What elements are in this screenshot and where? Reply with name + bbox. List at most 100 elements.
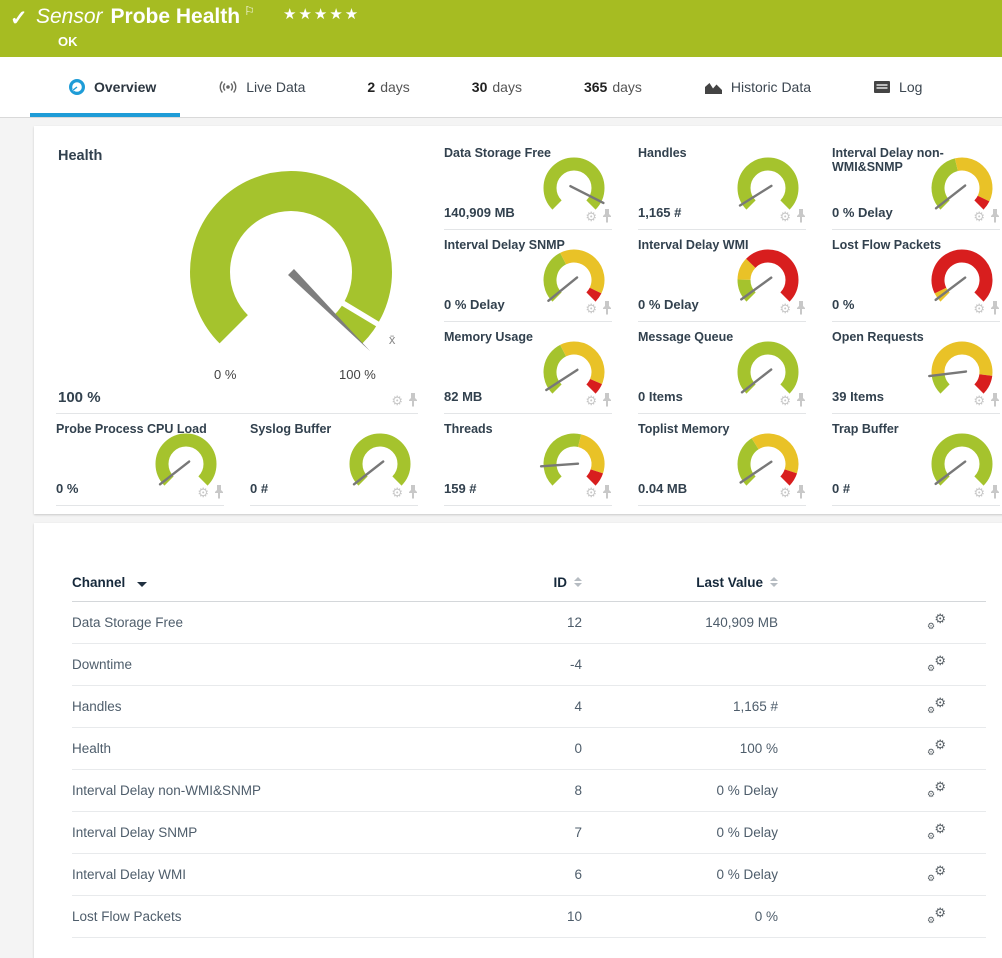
column-header-last-value[interactable]: Last Value — [696, 575, 778, 590]
channel-settings-icon[interactable]: ⚙⚙ — [928, 823, 946, 839]
gauge-value: 100 % — [58, 389, 101, 406]
table-row[interactable]: Downtime -4 ⚙⚙ — [72, 644, 986, 686]
gauge-pin-icon[interactable] — [990, 209, 1000, 223]
gauge-pin-icon[interactable] — [602, 485, 612, 499]
channel-settings-icon[interactable]: ⚙⚙ — [928, 655, 946, 671]
column-header-id[interactable]: ID — [554, 575, 583, 590]
divider — [638, 505, 806, 506]
tab-label: days — [612, 79, 642, 95]
gauge-pin-icon[interactable] — [602, 393, 612, 407]
table-row[interactable]: Interval Delay WMI 6 0 % Delay ⚙⚙ — [72, 854, 986, 896]
channel-settings-icon[interactable]: ⚙⚙ — [928, 613, 946, 629]
gauge-settings-icon[interactable]: ⚙ — [197, 486, 209, 499]
channel-name[interactable]: Interval Delay WMI — [72, 867, 492, 882]
priority-stars[interactable]: ★★★★★ — [283, 5, 360, 23]
tab-label: Overview — [94, 79, 156, 95]
gauge-title: Trap Buffer — [832, 422, 1002, 436]
channel-id: 4 — [574, 699, 582, 714]
gauge-syslog-buffer: Syslog Buffer 0 # ⚙ — [240, 414, 434, 506]
tab-2-days[interactable]: 2 days — [363, 57, 413, 117]
gauge-pin-icon[interactable] — [408, 485, 418, 499]
channel-id: -4 — [570, 657, 582, 672]
channel-name[interactable]: Health — [72, 741, 492, 756]
column-label: Channel — [72, 575, 125, 590]
page: { "header": { "status_icon": "✓", "type_… — [0, 0, 1002, 930]
gauge-pin-icon[interactable] — [796, 301, 806, 315]
gauge-pin-icon[interactable] — [990, 393, 1000, 407]
channel-id: 7 — [574, 825, 582, 840]
gauge-data-storage-free: Data Storage Free 140,909 MB ⚙ — [434, 138, 628, 230]
channel-name[interactable]: Interval Delay SNMP — [72, 825, 492, 840]
tab-live-data[interactable]: Live Data — [214, 57, 309, 117]
gauge-title: Threads — [444, 422, 620, 436]
table-row[interactable]: Interval Delay non-WMI&SNMP 8 0 % Delay … — [72, 770, 986, 812]
flag-icon[interactable]: ⚐ — [244, 4, 255, 18]
tab-overview[interactable]: Overview — [64, 57, 160, 117]
gauge-pin-icon[interactable] — [796, 485, 806, 499]
gauge-settings-icon[interactable]: ⚙ — [973, 302, 985, 315]
channel-name[interactable]: Lost Flow Packets — [72, 909, 492, 924]
status-badge: OK — [58, 34, 78, 49]
gauge-settings-icon[interactable]: ⚙ — [391, 486, 403, 499]
channel-settings-icon[interactable]: ⚙⚙ — [928, 781, 946, 797]
gauge-scale-min: 0 % — [214, 367, 236, 382]
channel-settings-icon[interactable]: ⚙⚙ — [928, 697, 946, 713]
gauge-pin-icon[interactable] — [990, 301, 1000, 315]
gauge-settings-icon[interactable]: ⚙ — [973, 394, 985, 407]
table-row[interactable]: Data Storage Free 12 140,909 MB ⚙⚙ — [72, 602, 986, 644]
tab-bar: Overview Live Data 2 days 30 days 365 da… — [0, 57, 1002, 118]
sensor-title: Probe Health — [111, 5, 241, 28]
gauge-settings-icon[interactable]: ⚙ — [779, 302, 791, 315]
column-label: ID — [554, 575, 568, 590]
tab-historic-data[interactable]: Historic Data — [700, 57, 815, 117]
tab-365-days[interactable]: 365 days — [580, 57, 646, 117]
channel-name[interactable]: Data Storage Free — [72, 615, 492, 630]
gauge-settings-icon[interactable]: ⚙ — [585, 486, 597, 499]
gauge-settings-icon[interactable]: ⚙ — [779, 394, 791, 407]
gauge-value: 0 Items — [638, 389, 683, 404]
gauge-pin-icon[interactable] — [602, 301, 612, 315]
column-header-channel[interactable]: Channel — [72, 575, 492, 590]
tab-label: Live Data — [246, 79, 305, 95]
tab-log[interactable]: Log — [869, 57, 926, 117]
channel-name[interactable]: Handles — [72, 699, 492, 714]
gauge-pin-icon[interactable] — [214, 485, 224, 499]
channel-settings-icon[interactable]: ⚙⚙ — [928, 865, 946, 881]
gauge-pin-icon[interactable] — [602, 209, 612, 223]
gauge-settings-icon[interactable]: ⚙ — [585, 302, 597, 315]
gauge-settings-icon[interactable]: ⚙ — [391, 394, 403, 407]
gauge-value: 0.04 MB — [638, 481, 687, 496]
channel-name[interactable]: Downtime — [72, 657, 492, 672]
channel-settings-icon[interactable]: ⚙⚙ — [928, 739, 946, 755]
gauge-title: Data Storage Free — [444, 146, 620, 160]
table-row[interactable]: Health 0 100 % ⚙⚙ — [72, 728, 986, 770]
gauge-value: 0 # — [832, 481, 850, 496]
table-row[interactable]: Interval Delay SNMP 7 0 % Delay ⚙⚙ — [72, 812, 986, 854]
gauge-title: Open Requests — [832, 330, 1002, 344]
gauge-pin-icon[interactable] — [408, 393, 418, 407]
gauge-pin-icon[interactable] — [796, 393, 806, 407]
divider — [832, 505, 1000, 506]
gauge-settings-icon[interactable]: ⚙ — [973, 210, 985, 223]
tab-30-days[interactable]: 30 days — [468, 57, 526, 117]
table-row[interactable]: Handles 4 1,165 # ⚙⚙ — [72, 686, 986, 728]
channel-settings-icon[interactable]: ⚙⚙ — [928, 907, 946, 923]
gauge-grid: Health x̄ 0 % 100 % 100 % ⚙ Data Storage… — [34, 126, 1002, 514]
gauge-title: Toplist Memory — [638, 422, 814, 436]
gauge-settings-icon[interactable]: ⚙ — [585, 210, 597, 223]
tab-label: Historic Data — [731, 79, 811, 95]
channel-name[interactable]: Interval Delay non-WMI&SNMP — [72, 783, 492, 798]
gauge-settings-icon[interactable]: ⚙ — [585, 394, 597, 407]
table-row[interactable]: Lost Flow Packets 10 0 % ⚙⚙ — [72, 896, 986, 938]
gauge-value: 0 % Delay — [832, 205, 893, 220]
gauge-settings-icon[interactable]: ⚙ — [779, 210, 791, 223]
tab-number: 2 — [367, 79, 375, 95]
log-icon — [873, 80, 891, 94]
gauge-pin-icon[interactable] — [990, 485, 1000, 499]
gauge-settings-icon[interactable]: ⚙ — [779, 486, 791, 499]
gauge-pin-icon[interactable] — [796, 209, 806, 223]
gauge-settings-icon[interactable]: ⚙ — [973, 486, 985, 499]
gauge-title: Handles — [638, 146, 814, 160]
gauges-card: Health x̄ 0 % 100 % 100 % ⚙ Data Storage… — [34, 126, 1002, 514]
gauge-value: 0 # — [250, 481, 268, 496]
